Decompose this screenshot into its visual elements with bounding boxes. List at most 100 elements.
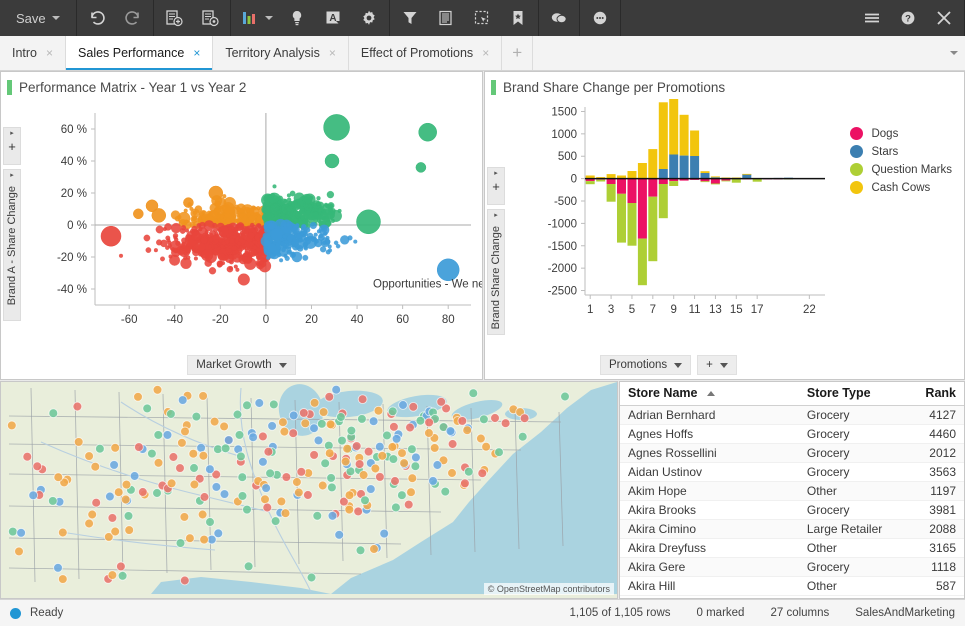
- table-row[interactable]: Akira DreyfussOther3165: [620, 539, 964, 558]
- tab-effect-of-promotions[interactable]: Effect of Promotions ×: [349, 36, 502, 70]
- tab-overflow-button[interactable]: [943, 36, 965, 70]
- cell-rank[interactable]: 587: [902, 577, 964, 596]
- menu-button[interactable]: [854, 0, 890, 36]
- table-row[interactable]: Akira CiminoLarge Retailer2088: [620, 520, 964, 539]
- map-panel[interactable]: © OpenStreetMap contributors: [0, 381, 618, 599]
- table-row[interactable]: Adrian BernhardGrocery4127: [620, 406, 964, 425]
- cell-store-type[interactable]: Other: [799, 539, 902, 558]
- properties-button[interactable]: [351, 0, 387, 36]
- scatter-panel-title: Performance Matrix - Year 1 vs Year 2: [1, 72, 482, 99]
- cell-store-name[interactable]: Akira Hill: [620, 577, 799, 596]
- cell-store-name[interactable]: Akira Brooks: [620, 501, 799, 520]
- scatter-plot-svg[interactable]: 60 %40 %20 %0 %-20 %-40 %-60-40-20020406…: [23, 99, 482, 349]
- scatter-x-axis-selector[interactable]: Market Growth: [187, 355, 295, 375]
- svg-text:A: A: [329, 13, 336, 24]
- bar-y-axis-expand-chip[interactable]: ▸ +: [487, 167, 505, 205]
- table-row[interactable]: Agnes HoffsGrocery4460: [620, 425, 964, 444]
- redo-button[interactable]: [115, 0, 151, 36]
- table-row[interactable]: Agnes RosselliniGrocery2012: [620, 444, 964, 463]
- tab-sales-performance[interactable]: Sales Performance ×: [66, 36, 213, 70]
- column-header-store-name[interactable]: Store Name: [620, 382, 799, 406]
- more-tools-button[interactable]: [582, 0, 618, 36]
- bar-x-axis-selector-row: Promotions +: [485, 351, 964, 379]
- cell-store-type[interactable]: Other: [799, 482, 902, 501]
- comments-button[interactable]: [541, 0, 577, 36]
- cell-store-type[interactable]: Grocery: [799, 406, 902, 425]
- bar-x-axis-selector[interactable]: Promotions: [600, 355, 691, 375]
- page-settings-button[interactable]: [192, 0, 228, 36]
- bar-panel-body: ▸ + ▸ Brand Share Change 150010005000-50…: [485, 99, 964, 351]
- column-header-rank[interactable]: Rank: [902, 382, 964, 406]
- cell-store-name[interactable]: Akim Hope: [620, 482, 799, 501]
- legend-label: Dogs: [871, 128, 898, 140]
- marking-button[interactable]: [464, 0, 500, 36]
- cell-store-type[interactable]: Grocery: [799, 558, 902, 577]
- annotation-button[interactable]: A: [315, 0, 351, 36]
- table-row[interactable]: Akim HopeOther1197: [620, 482, 964, 501]
- cell-rank[interactable]: 1118: [902, 558, 964, 577]
- bookmarks-button[interactable]: [500, 0, 536, 36]
- scatter-x-axis-label: Market Growth: [196, 359, 271, 371]
- data-table-scroll[interactable]: Store Name Store Type Rank: [620, 382, 964, 598]
- cell-store-type[interactable]: Grocery: [799, 501, 902, 520]
- undo-button[interactable]: [79, 0, 115, 36]
- bar-plot-area[interactable]: 150010005000-500-1000-1500-2000-25001357…: [507, 99, 964, 351]
- filter-button[interactable]: [392, 0, 428, 36]
- column-header-store-type[interactable]: Store Type: [799, 382, 902, 406]
- tab-close-icon[interactable]: ×: [329, 47, 336, 59]
- table-row[interactable]: Akira BrooksGrocery3981: [620, 501, 964, 520]
- legend-item-cash-cows[interactable]: Cash Cows: [850, 181, 952, 194]
- cell-store-type[interactable]: Grocery: [799, 425, 902, 444]
- map-attribution[interactable]: © OpenStreetMap contributors: [484, 583, 614, 595]
- cell-rank[interactable]: 3165: [902, 539, 964, 558]
- tab-close-icon[interactable]: ×: [46, 47, 53, 59]
- legend-item-stars[interactable]: Stars: [850, 145, 952, 158]
- cell-store-type[interactable]: Grocery: [799, 463, 902, 482]
- cell-rank[interactable]: 1197: [902, 482, 964, 501]
- y-axis-selector-chip[interactable]: ▸ Brand A - Share Change: [3, 169, 21, 321]
- legend-item-dogs[interactable]: Dogs: [850, 127, 952, 140]
- cell-rank[interactable]: 2012: [902, 444, 964, 463]
- table-row[interactable]: Akira HillOther587: [620, 577, 964, 596]
- tab-territory-analysis[interactable]: Territory Analysis ×: [213, 36, 349, 70]
- new-visualization-button[interactable]: [233, 0, 279, 36]
- cell-store-type[interactable]: Other: [799, 577, 902, 596]
- recommendations-button[interactable]: [279, 0, 315, 36]
- cell-rank[interactable]: 2088: [902, 520, 964, 539]
- tab-close-icon[interactable]: ×: [482, 47, 489, 59]
- save-button[interactable]: Save: [2, 0, 74, 36]
- cell-store-name[interactable]: Akira Cimino: [620, 520, 799, 539]
- cell-rank[interactable]: 4127: [902, 406, 964, 425]
- save-button-label: Save: [16, 11, 46, 26]
- cell-rank[interactable]: 3563: [902, 463, 964, 482]
- cell-store-type[interactable]: Grocery: [799, 444, 902, 463]
- cell-store-type[interactable]: Large Retailer: [799, 520, 902, 539]
- scatter-plot-area[interactable]: 60 %40 %20 %0 %-20 %-40 %-60-40-20020406…: [23, 99, 482, 351]
- cell-store-name[interactable]: Akira Gere: [620, 558, 799, 577]
- bar-x-axis-add-selector[interactable]: +: [697, 355, 737, 375]
- toolbar-group-collab: [539, 0, 580, 36]
- bar-y-axis-selector-chip[interactable]: ▸ Brand Share Change: [487, 209, 505, 335]
- status-bar-right: 1,105 of 1,105 rows 0 marked 27 columns …: [570, 607, 956, 619]
- cell-store-name[interactable]: Agnes Rossellini: [620, 444, 799, 463]
- cell-store-name[interactable]: Agnes Hoffs: [620, 425, 799, 444]
- add-page-button[interactable]: +: [502, 36, 533, 70]
- map-canvas[interactable]: [1, 382, 617, 594]
- cell-rank[interactable]: 3981: [902, 501, 964, 520]
- data-panel-button[interactable]: [428, 0, 464, 36]
- table-row[interactable]: Aidan UstinovGrocery3563: [620, 463, 964, 482]
- cell-rank[interactable]: 4460: [902, 425, 964, 444]
- table-row[interactable]: Akira GereGrocery1118: [620, 558, 964, 577]
- legend-item-question-marks[interactable]: Question Marks: [850, 163, 952, 176]
- column-header-label: Store Type: [807, 386, 871, 400]
- cell-store-name[interactable]: Akira Dreyfuss: [620, 539, 799, 558]
- tab-intro[interactable]: Intro ×: [0, 36, 66, 70]
- tab-close-icon[interactable]: ×: [193, 47, 200, 59]
- cell-store-name[interactable]: Adrian Bernhard: [620, 406, 799, 425]
- help-button[interactable]: ?: [890, 0, 926, 36]
- new-page-button[interactable]: [156, 0, 192, 36]
- cell-store-name[interactable]: Aidan Ustinov: [620, 463, 799, 482]
- y-axis-expand-chip[interactable]: ▸ +: [3, 127, 21, 165]
- close-button[interactable]: [926, 0, 962, 36]
- bar-panel-title: Brand Share Change per Promotions: [485, 72, 964, 99]
